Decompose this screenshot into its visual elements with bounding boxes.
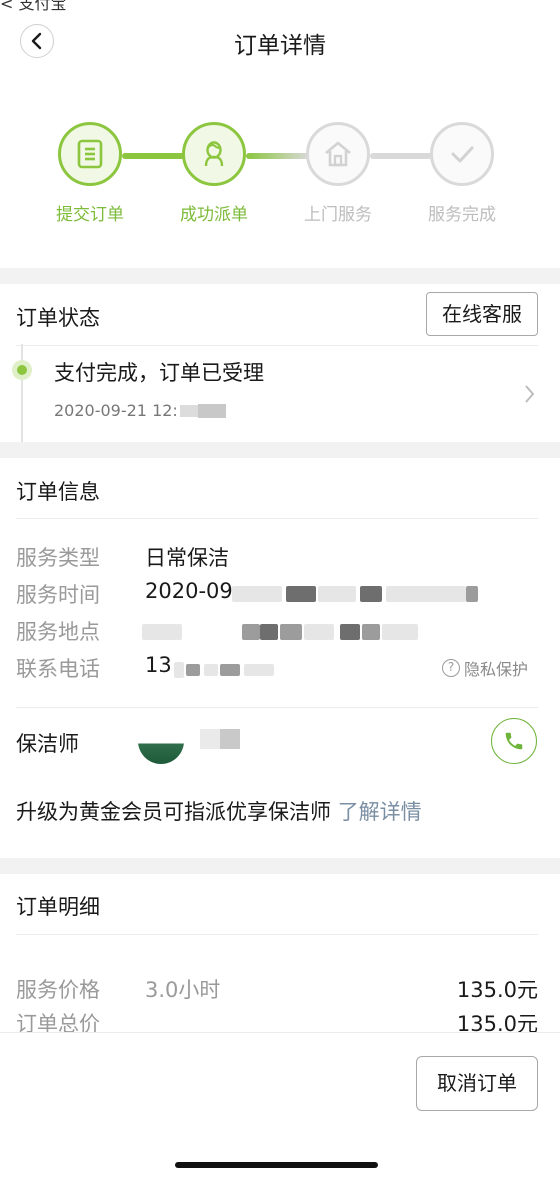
- redacted-text: [204, 664, 218, 676]
- step-visit-circle: [306, 122, 370, 186]
- redacted-text: [386, 586, 466, 602]
- cleaner-label: 保洁师: [16, 732, 79, 756]
- section-gap: [0, 442, 560, 458]
- online-support-button[interactable]: 在线客服: [426, 292, 538, 336]
- redacted-text: [244, 664, 274, 676]
- step-label-complete: 服务完成: [428, 205, 496, 225]
- service-price-value: 135.0元: [456, 978, 538, 1002]
- status-event-text[interactable]: 支付完成，订单已受理: [54, 357, 264, 387]
- learn-more-link[interactable]: 了解详情: [338, 800, 422, 824]
- service-price-label: 服务价格: [16, 978, 100, 1002]
- progress-line-pending: [370, 153, 434, 159]
- order-status-title: 订单状态: [16, 306, 100, 330]
- chevron-right-icon[interactable]: [520, 382, 538, 406]
- nav-bar: 订单详情: [0, 0, 560, 84]
- page-title: 订单详情: [234, 33, 326, 59]
- service-time-value: 2020-09-: [145, 579, 241, 603]
- step-dispatch-circle: [182, 122, 246, 186]
- progress-line-done: [122, 153, 186, 159]
- redacted-text: [174, 662, 184, 678]
- service-address-label: 服务地点: [16, 620, 100, 644]
- phone-icon: [505, 732, 523, 750]
- step-label-dispatch: 成功派单: [180, 205, 248, 225]
- divider: [16, 345, 538, 346]
- redacted-text: [186, 664, 200, 676]
- redacted-text: [466, 586, 478, 602]
- service-hours: 3.0小时: [145, 978, 221, 1002]
- order-progress: 提交订单 成功派单 上门服务 服务完成: [0, 116, 560, 236]
- redacted-text: [360, 586, 382, 602]
- redacted-text: [362, 624, 380, 640]
- upgrade-hint: 升级为黄金会员可指派优享保洁师 了解详情: [16, 796, 422, 826]
- redacted-text: [232, 586, 282, 602]
- service-time-label: 服务时间: [16, 583, 100, 607]
- redacted-text: [382, 624, 418, 640]
- contact-phone-label: 联系电话: [16, 657, 100, 681]
- timeline-dot: [12, 360, 32, 380]
- redacted-text: [242, 624, 260, 640]
- service-type-label: 服务类型: [16, 546, 100, 570]
- redacted-text: [142, 624, 182, 640]
- home-indicator: [175, 1162, 378, 1168]
- privacy-label: 隐私保护: [464, 660, 529, 679]
- house-icon: [325, 141, 351, 167]
- order-info-title: 订单信息: [16, 480, 100, 504]
- privacy-protection-link[interactable]: ? 隐私保护: [442, 656, 528, 680]
- cancel-order-button[interactable]: 取消订单: [416, 1056, 538, 1111]
- step-complete-circle: [430, 122, 494, 186]
- call-cleaner-button[interactable]: [491, 718, 537, 764]
- contact-phone-value: 13: [145, 653, 172, 677]
- section-gap: [0, 858, 560, 874]
- service-type-value: 日常保洁: [145, 546, 229, 570]
- redacted-cleaner-name: [200, 729, 240, 749]
- section-gap: [0, 268, 560, 284]
- redacted-text: [318, 586, 356, 602]
- step-label-visit: 上门服务: [304, 205, 372, 225]
- divider: [16, 934, 538, 935]
- order-detail-title: 订单明细: [16, 895, 100, 919]
- redacted-text: [286, 586, 316, 602]
- cleaner-avatar[interactable]: [138, 718, 184, 764]
- list-icon: [77, 139, 103, 169]
- status-event-time: 2020-09-21 12:: [54, 401, 226, 420]
- redacted-text: [260, 624, 278, 640]
- redacted-text: [340, 624, 360, 640]
- divider: [16, 707, 538, 708]
- person-icon: [204, 141, 224, 167]
- step-submit-circle: [58, 122, 122, 186]
- question-icon: ?: [442, 659, 460, 677]
- timeline-line: [21, 344, 23, 442]
- redacted-text: [220, 664, 240, 676]
- upgrade-text: 升级为黄金会员可指派优享保洁师: [16, 800, 331, 824]
- check-icon: [451, 146, 474, 163]
- redacted-text: [280, 624, 302, 640]
- step-label-submit: 提交订单: [56, 205, 124, 225]
- divider: [16, 518, 538, 519]
- redacted-text: [304, 624, 334, 640]
- progress-line-transition: [246, 153, 310, 159]
